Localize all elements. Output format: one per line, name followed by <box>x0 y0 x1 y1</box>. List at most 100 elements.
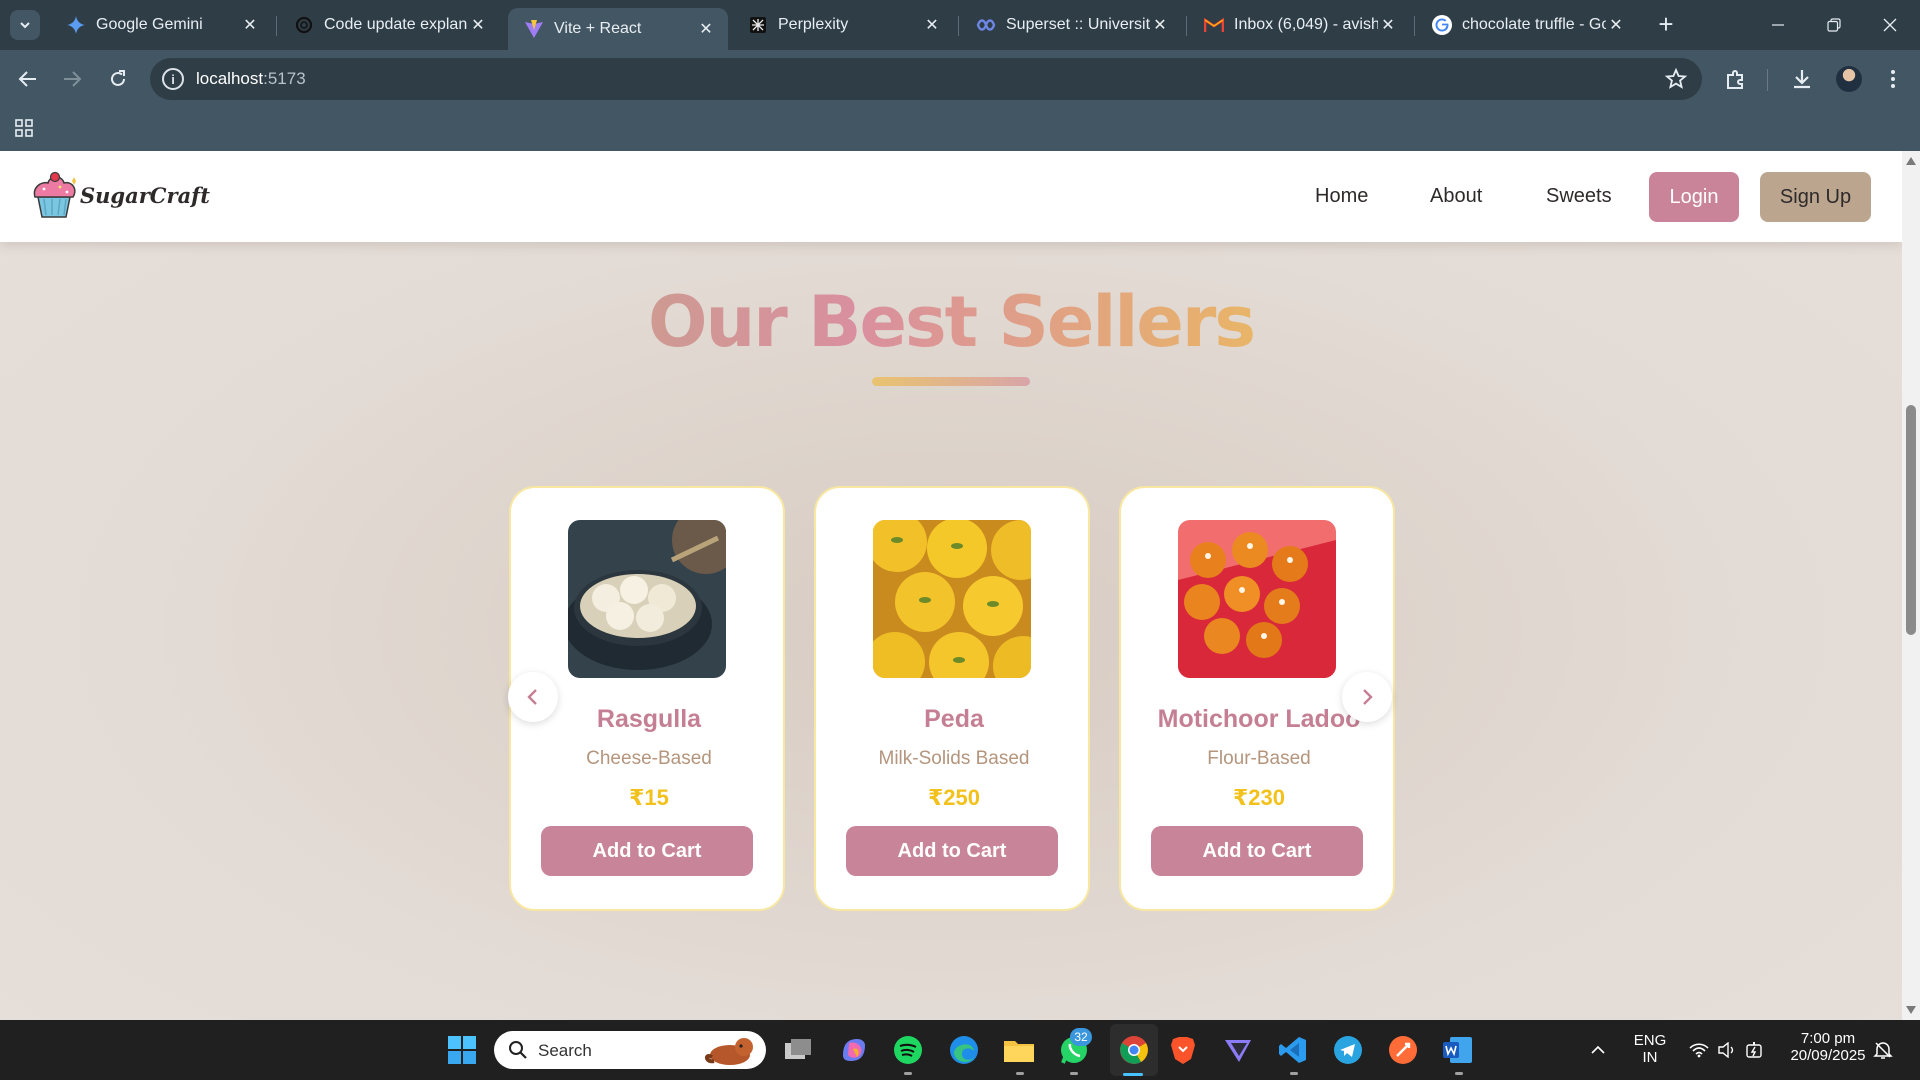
nav-about-link[interactable]: About <box>1430 185 1482 208</box>
title-underline <box>872 377 1030 386</box>
spotify-icon[interactable] <box>890 1032 926 1068</box>
restore-button[interactable] <box>1814 10 1854 40</box>
chrome-icon[interactable] <box>1116 1032 1152 1068</box>
browser-toolbar: i localhost:5173 <box>0 50 1920 108</box>
scroll-down-arrow-icon[interactable] <box>1906 1006 1916 1014</box>
tab-title: Vite + React <box>554 20 642 37</box>
language-code: ENG <box>1633 1032 1667 1049</box>
scroll-up-arrow-icon[interactable] <box>1906 157 1916 165</box>
wifi-icon[interactable] <box>1684 1032 1714 1068</box>
clock-time: 7:00 pm <box>1800 1030 1856 1047</box>
close-tab-icon[interactable]: ✕ <box>468 15 488 35</box>
running-indicator <box>1290 1072 1298 1075</box>
profile-avatar[interactable] <box>1836 66 1862 92</box>
product-name: Peda <box>924 705 984 733</box>
carousel-prev-button[interactable] <box>508 672 558 722</box>
new-tab-button[interactable]: + <box>1652 11 1680 39</box>
sign-up-button[interactable]: Sign Up <box>1760 172 1871 222</box>
running-indicator <box>1070 1072 1078 1075</box>
tab-perplexity[interactable]: Perplexity ✕ <box>732 8 954 42</box>
tab-separator <box>1414 16 1415 36</box>
battery-charging-icon[interactable] <box>1740 1032 1770 1068</box>
forward-button[interactable] <box>58 65 86 93</box>
brave-icon[interactable] <box>1165 1032 1201 1068</box>
brand-logo[interactable]: SugarCraft <box>30 169 210 221</box>
tab-vite-react[interactable]: Vite + React ✕ <box>508 8 728 50</box>
address-bar[interactable]: i localhost:5173 <box>150 58 1702 100</box>
tab-superset[interactable]: Superset :: University ✕ <box>960 8 1182 42</box>
add-to-cart-button[interactable]: Add to Cart <box>1151 826 1363 876</box>
minimize-button[interactable] <box>1758 10 1798 40</box>
close-tab-icon[interactable]: ✕ <box>240 15 260 35</box>
browser-tab-strip: Google Gemini ✕ Code update explana ✕ Vi… <box>0 0 1920 50</box>
restore-icon <box>1827 18 1841 32</box>
product-price: ₹230 <box>1232 785 1285 810</box>
extensions-button[interactable] <box>1722 65 1750 93</box>
downloads-button[interactable] <box>1788 65 1816 93</box>
telegram-icon[interactable] <box>1330 1032 1366 1068</box>
gemini-icon <box>66 15 86 35</box>
bookmark-star-icon[interactable] <box>1664 67 1688 91</box>
nav-sweets-link[interactable]: Sweets <box>1546 185 1612 208</box>
close-window-button[interactable] <box>1870 10 1910 40</box>
back-button[interactable] <box>14 65 42 93</box>
edge-icon[interactable] <box>946 1032 982 1068</box>
tab-gmail-inbox[interactable]: Inbox (6,049) - avishk ✕ <box>1188 8 1410 42</box>
product-category: Milk-Solids Based <box>878 748 1030 769</box>
add-to-cart-button[interactable]: Add to Cart <box>846 826 1058 876</box>
region-code: IN <box>1642 1049 1658 1066</box>
carousel-next-button[interactable] <box>1342 672 1392 722</box>
input-language[interactable]: ENG IN <box>1628 1032 1672 1066</box>
peda-image <box>873 520 1031 678</box>
running-indicator <box>1016 1072 1024 1075</box>
close-tab-icon[interactable]: ✕ <box>1150 15 1170 35</box>
notifications-bell-icon[interactable] <box>1868 1032 1898 1068</box>
tab-chocolate-truffle[interactable]: chocolate truffle - Go ✕ <box>1416 8 1638 42</box>
add-to-cart-button[interactable]: Add to Cart <box>541 826 753 876</box>
close-icon <box>1883 18 1897 32</box>
volume-icon[interactable] <box>1712 1032 1742 1068</box>
tab-search-button[interactable] <box>10 10 40 40</box>
file-explorer-icon[interactable] <box>1001 1032 1037 1068</box>
page-scrollbar[interactable] <box>1902 151 1920 1020</box>
word-icon[interactable] <box>1440 1032 1476 1068</box>
close-tab-icon[interactable]: ✕ <box>1378 15 1398 35</box>
postman-icon[interactable] <box>1385 1032 1421 1068</box>
browser-menu-button[interactable] <box>1879 65 1907 93</box>
product-card: Peda Milk-Solids Based ₹250 Add to Cart <box>814 486 1090 911</box>
taskbar-search-box[interactable]: Search <box>494 1031 766 1069</box>
minimize-icon <box>1772 24 1784 26</box>
vscode-icon[interactable] <box>1275 1032 1311 1068</box>
proton-vpn-icon[interactable] <box>1220 1032 1256 1068</box>
chatgpt-icon <box>294 15 314 35</box>
login-button[interactable]: Login <box>1649 172 1739 222</box>
site-info-icon[interactable]: i <box>162 68 184 90</box>
task-view-icon[interactable] <box>780 1032 816 1068</box>
windows-logo-icon <box>448 1036 476 1064</box>
clock-date: 20/09/2025 <box>1790 1047 1866 1064</box>
bookmarks-bar <box>0 108 1920 151</box>
clock[interactable]: 7:00 pm 20/09/2025 <box>1778 1030 1878 1064</box>
tray-overflow-chevron-icon[interactable] <box>1584 1032 1612 1068</box>
gmail-icon <box>1204 15 1224 35</box>
copilot-icon[interactable] <box>836 1032 872 1068</box>
tab-google-gemini[interactable]: Google Gemini ✕ <box>50 8 272 42</box>
scrollbar-thumb[interactable] <box>1906 405 1916 635</box>
apps-grid-icon[interactable] <box>14 118 34 138</box>
nav-home-link[interactable]: Home <box>1315 185 1368 208</box>
toolbar-separator <box>1767 69 1768 91</box>
superset-icon <box>976 15 996 35</box>
reload-button[interactable] <box>104 65 132 93</box>
tab-separator <box>276 16 277 36</box>
tab-title: Perplexity <box>778 16 849 33</box>
brand-name: SugarCraft <box>80 182 210 208</box>
close-tab-icon[interactable]: ✕ <box>1606 15 1626 35</box>
cupcake-icon <box>33 171 76 218</box>
tab-title: Code update explana <box>324 16 468 33</box>
close-tab-icon[interactable]: ✕ <box>696 19 716 39</box>
tab-code-update[interactable]: Code update explana ✕ <box>278 8 500 42</box>
address-port: :5173 <box>263 69 306 88</box>
address-text: localhost:5173 <box>196 69 306 89</box>
start-button[interactable] <box>444 1032 480 1068</box>
close-tab-icon[interactable]: ✕ <box>922 15 942 35</box>
